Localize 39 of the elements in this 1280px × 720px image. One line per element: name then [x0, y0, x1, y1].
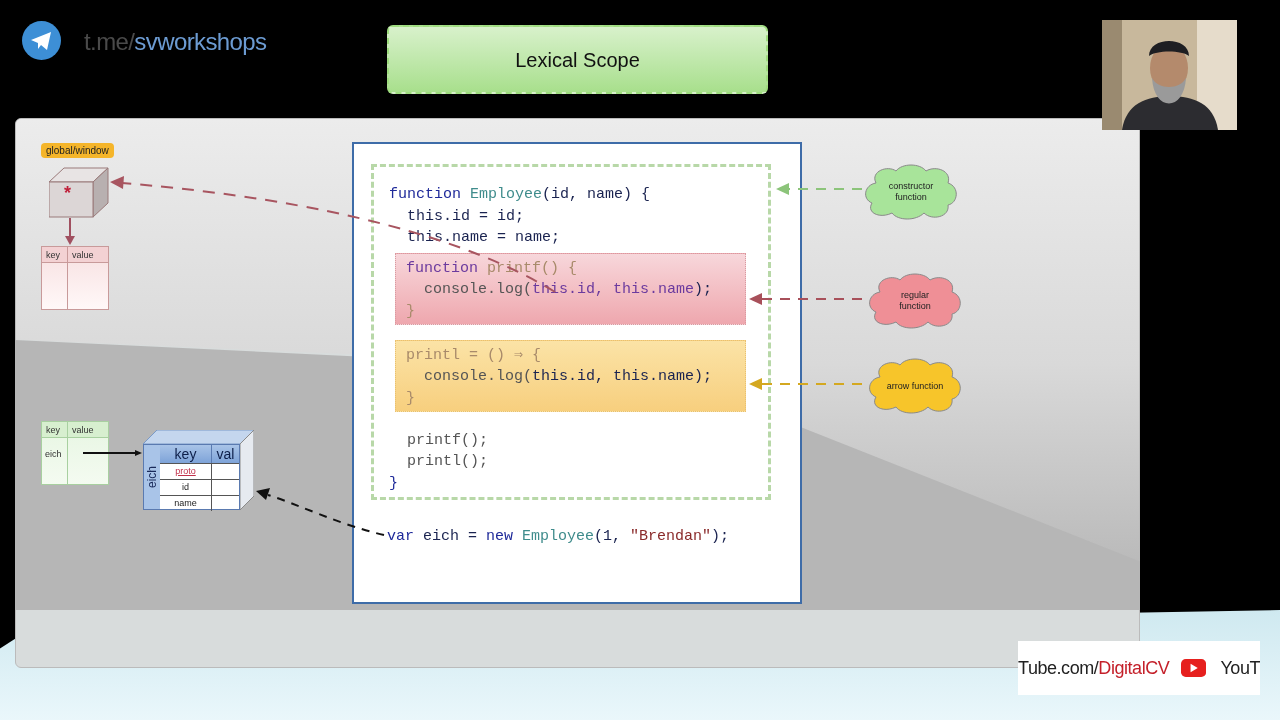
code-line: function Employee(id, name) { — [389, 185, 652, 205]
column-header: key — [42, 247, 68, 263]
code-line: } — [406, 301, 416, 322]
column-header: value — [68, 247, 108, 263]
cube-icon — [49, 167, 109, 218]
code-line: printl(); — [406, 452, 490, 472]
code-line: } — [406, 388, 416, 409]
global-label: global/window — [41, 143, 114, 158]
code-line: console.log(this.id, this.name); — [423, 367, 714, 387]
code-line: console.log(this.id, this.name); — [423, 280, 714, 300]
table-cell: proto — [160, 463, 212, 479]
arrow — [82, 450, 142, 456]
callout-label: arrow function — [885, 380, 945, 392]
slide-title: Lexical Scope — [387, 25, 768, 94]
link-handle: svworkshops — [134, 27, 267, 57]
column-header: value — [68, 422, 108, 438]
code-line: this.id = id; — [406, 206, 526, 227]
table-cell: id — [160, 479, 212, 495]
banner-link-handle: DigitalCV — [1098, 656, 1170, 680]
column-header: key — [160, 445, 212, 463]
table-cell-text: eich — [44, 448, 63, 461]
callout-label: regular function — [898, 290, 932, 312]
code-line: } — [389, 473, 399, 494]
asterisk: * — [64, 184, 71, 202]
banner-link-prefix: Tube.com/ — [1018, 656, 1099, 680]
code-line: var eich = new Employee(1, "Brendan"); — [387, 527, 731, 547]
object-name: eich — [144, 466, 160, 488]
banner-tail-text: YouT — [1220, 656, 1260, 680]
code-line: function printf() { — [406, 258, 579, 279]
table-cell: name — [160, 495, 212, 511]
code-line: this.name = name; — [406, 228, 562, 248]
column-header: val — [212, 445, 239, 463]
link-prefix: t.me/ — [84, 27, 135, 57]
telegram-icon — [22, 21, 61, 60]
arrow — [65, 217, 75, 245]
code-line: printl = () ⇒ { — [406, 345, 543, 366]
code-line: printf(); — [406, 430, 490, 451]
column-header: key — [42, 422, 68, 438]
callout-label: constructor function — [887, 181, 935, 203]
